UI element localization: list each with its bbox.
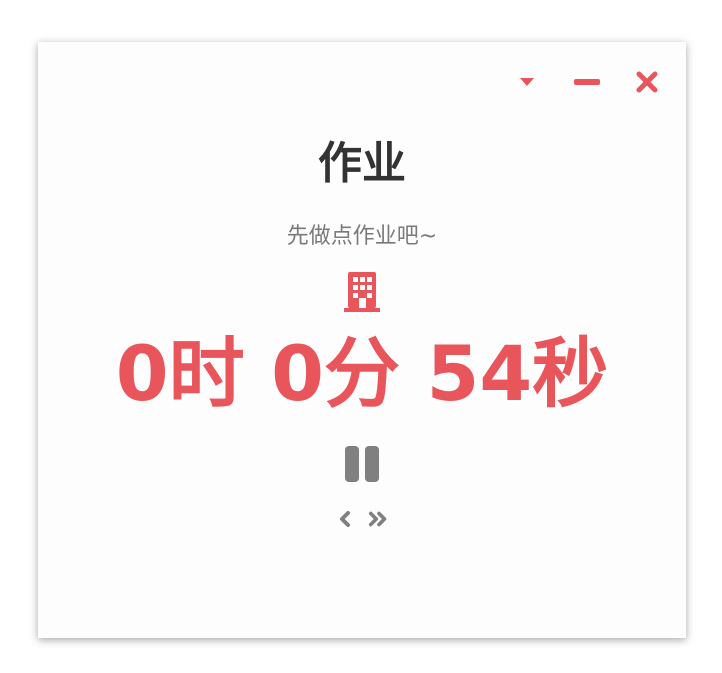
timer-window: 作业 先做点作业吧~ 0时 0分 54秒 xyxy=(38,42,686,638)
task-subtitle: 先做点作业吧~ xyxy=(286,224,438,249)
dropdown-button[interactable] xyxy=(510,68,544,96)
minimize-button[interactable] xyxy=(570,68,604,96)
close-button[interactable] xyxy=(630,68,664,96)
close-icon xyxy=(636,71,658,93)
chevron-down-icon xyxy=(520,78,534,86)
chevron-left-icon xyxy=(340,511,350,527)
minimize-icon xyxy=(574,79,600,85)
skip-task-button[interactable] xyxy=(368,508,390,530)
window-controls xyxy=(510,68,664,96)
task-title: 作业 xyxy=(318,138,406,189)
building-icon xyxy=(344,272,380,312)
countdown-display: 0时 0分 54秒 xyxy=(115,329,609,418)
task-navigation xyxy=(38,508,686,530)
double-chevron-right-icon xyxy=(368,511,387,527)
pause-icon[interactable] xyxy=(343,444,381,484)
previous-task-button[interactable] xyxy=(334,508,356,530)
